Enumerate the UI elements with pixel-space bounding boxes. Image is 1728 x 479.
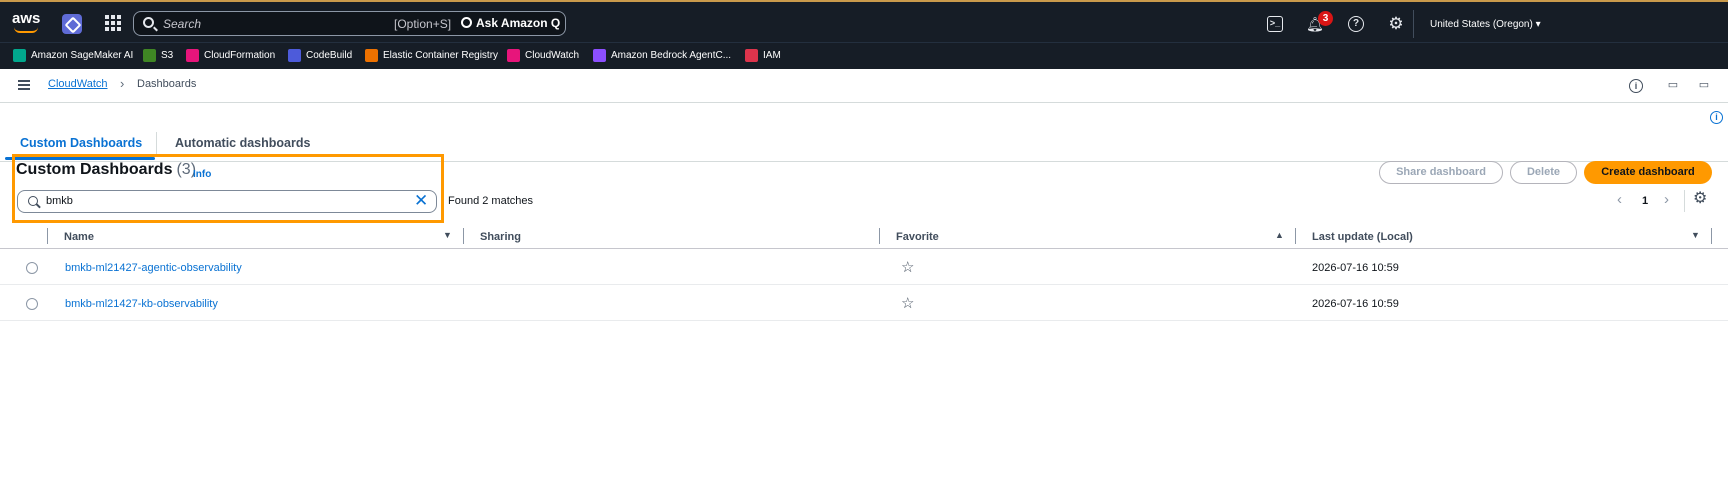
bedrock-icon (593, 49, 606, 62)
aws-logo[interactable]: aws (12, 10, 42, 34)
table-row: bmkb-ml21427-kb-observability ☆ 2026-07-… (0, 286, 1728, 321)
favorite-label: Amazon SageMaker AI (31, 50, 134, 61)
search-placeholder: Search (163, 17, 202, 31)
top-navigation-bar: aws Search [Option+S] Ask Amazon Q >_ 🔔︎… (0, 0, 1728, 42)
row-select-radio[interactable] (26, 298, 38, 310)
column-header-sharing[interactable]: Sharing (480, 231, 521, 243)
codebuild-icon (288, 49, 301, 62)
aws-smile-icon (14, 27, 38, 33)
favorite-label: S3 (161, 50, 174, 61)
column-resizer[interactable] (1295, 228, 1296, 244)
tab-divider (156, 132, 157, 156)
sort-caret-down-icon[interactable]: ▼ (443, 230, 452, 240)
create-dashboard-button[interactable]: Create dashboard (1584, 161, 1712, 184)
pagination-divider (1684, 190, 1685, 212)
favorite-label: IAM (763, 50, 781, 61)
favorites-bar: Amazon SageMaker AI S3 CloudFormation Co… (0, 42, 1728, 69)
favorite-s3[interactable]: S3 (143, 49, 173, 62)
current-page-number[interactable]: 1 (1642, 195, 1648, 207)
favorite-sagemaker[interactable]: Amazon SageMaker AI (13, 49, 133, 62)
column-resizer[interactable] (47, 228, 48, 244)
aws-logo-text: aws (12, 10, 41, 27)
clear-filter-icon[interactable]: ✕ (414, 192, 428, 210)
favorite-iam[interactable]: IAM (745, 49, 781, 62)
favorite-ecr[interactable]: Elastic Container Registry (365, 49, 498, 62)
ask-amazon-q-label: Ask Amazon Q (476, 16, 561, 30)
unified-studio-icon[interactable] (62, 14, 82, 34)
dashboard-name-link[interactable]: bmkb-ml21427-agentic-observability (65, 262, 242, 274)
services-menu-icon[interactable] (105, 15, 121, 31)
filter-value: bmkb (46, 195, 73, 207)
favorite-cloudformation[interactable]: CloudFormation (186, 49, 275, 62)
section-title: Custom Dashboards (3) (16, 161, 196, 179)
dashboard-filter-input[interactable]: bmkb ✕ (17, 190, 437, 213)
sort-caret-down-icon[interactable]: ▼ (1691, 230, 1700, 240)
amazon-q-icon (461, 17, 472, 28)
ask-amazon-q-button[interactable]: Ask Amazon Q (461, 16, 560, 30)
column-resizer[interactable] (1711, 228, 1712, 244)
s3-icon (143, 49, 156, 62)
favorite-codebuild[interactable]: CodeBuild (288, 49, 352, 62)
cloudwatch-icon (507, 49, 520, 62)
tab-automatic-dashboards[interactable]: Automatic dashboards (175, 136, 310, 150)
filter-match-count: Found 2 matches (448, 195, 533, 207)
ecr-icon (365, 49, 378, 62)
app-header: CloudWatch › Dashboards i ▭ ▭ (0, 69, 1728, 103)
notification-count-badge: 3 (1318, 11, 1333, 26)
column-header-last-update[interactable]: Last update (Local) (1312, 231, 1413, 243)
section-title-text: Custom Dashboards (16, 161, 173, 178)
info-link[interactable]: Info (193, 169, 211, 180)
favorite-label: Elastic Container Registry (383, 50, 499, 61)
favorite-cloudwatch[interactable]: CloudWatch (507, 49, 579, 62)
table-header: Name ▼ Sharing Favorite ▲ Last update (L… (0, 224, 1728, 249)
delete-button[interactable]: Delete (1510, 161, 1577, 184)
breadcrumb-dashboards: Dashboards (137, 78, 197, 90)
sort-caret-up-icon[interactable]: ▲ (1275, 230, 1284, 240)
dashboard-name-link[interactable]: bmkb-ml21427-kb-observability (65, 298, 218, 310)
favorite-label: Amazon Bedrock AgentC... (611, 50, 732, 61)
sagemaker-icon (13, 49, 26, 62)
favorite-label: CloudWatch (525, 50, 580, 61)
feedback-icon[interactable]: ▭ (1697, 79, 1711, 93)
region-selector[interactable]: United States (Oregon) ▾ (1430, 19, 1541, 30)
last-update-value: 2026-07-16 10:59 (1312, 298, 1399, 310)
cloudformation-icon (186, 49, 199, 62)
info-panel-icon[interactable]: i (1629, 79, 1643, 93)
favorite-bedrock-agentcore[interactable]: Amazon Bedrock AgentC... (593, 49, 731, 62)
column-resizer[interactable] (463, 228, 464, 244)
search-icon (28, 196, 38, 206)
row-select-radio[interactable] (26, 262, 38, 274)
help-panel-info-icon[interactable]: i (1710, 111, 1723, 124)
previous-page-icon[interactable]: ‹ (1617, 191, 1622, 208)
table-preferences-gear-icon[interactable]: ⚙ (1693, 188, 1707, 208)
share-dashboard-button[interactable]: Share dashboard (1379, 161, 1503, 184)
main-content: i Custom Dashboards Automatic dashboards… (0, 104, 1728, 479)
monitor-settings-icon[interactable]: ▭ (1666, 79, 1680, 93)
breadcrumb-cloudwatch[interactable]: CloudWatch (48, 78, 108, 90)
column-resizer[interactable] (879, 228, 880, 244)
column-header-name[interactable]: Name (64, 231, 94, 243)
iam-icon (745, 49, 758, 62)
global-search-input[interactable]: Search [Option+S] Ask Amazon Q (133, 11, 566, 36)
nav-divider (1413, 10, 1414, 38)
search-icon (143, 17, 154, 28)
search-shortcut-hint: [Option+S] (394, 17, 452, 31)
breadcrumb-separator-icon: › (120, 76, 125, 91)
settings-gear-icon[interactable]: ⚙ (1388, 15, 1404, 32)
last-update-value: 2026-07-16 10:59 (1312, 262, 1399, 274)
cloudshell-icon[interactable]: >_ (1267, 16, 1283, 32)
hamburger-menu-icon[interactable] (18, 80, 30, 90)
favorite-star-icon[interactable]: ☆ (901, 294, 914, 312)
favorite-label: CodeBuild (306, 50, 353, 61)
tab-custom-dashboards[interactable]: Custom Dashboards (20, 136, 142, 150)
help-icon[interactable]: ? (1348, 16, 1364, 32)
favorite-label: CloudFormation (204, 50, 276, 61)
next-page-icon[interactable]: › (1664, 191, 1669, 208)
table-row: bmkb-ml21427-agentic-observability ☆ 202… (0, 250, 1728, 285)
favorite-star-icon[interactable]: ☆ (901, 258, 914, 276)
column-header-favorite[interactable]: Favorite (896, 231, 939, 243)
